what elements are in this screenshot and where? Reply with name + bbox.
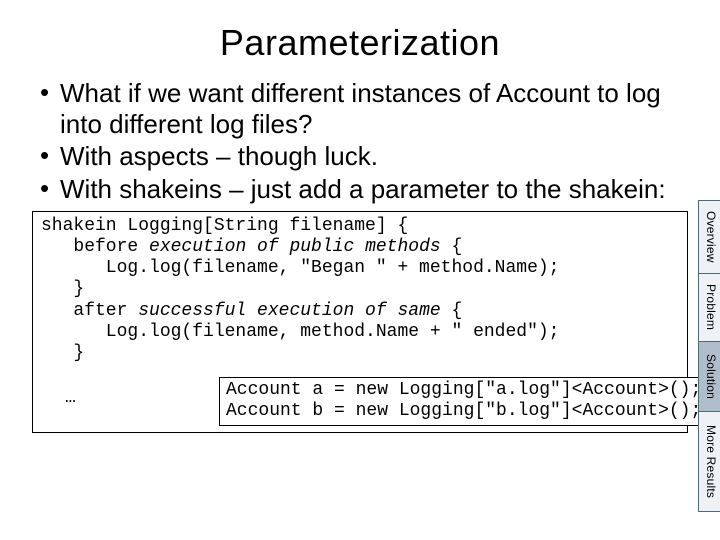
bullet-item: What if we want different instances of A… [38,78,682,139]
code-line: { [441,237,463,257]
code-line: before [41,237,149,257]
code-ellipsis: … [65,388,76,409]
code-line: { [441,301,463,321]
code-line: shakein Logging[String filename] { [41,216,408,236]
code-line: Log.log(filename, method.Name + " ended"… [41,322,559,342]
code-box-shakein: shakein Logging[String filename] { befor… [32,211,688,433]
code-italic: successful execution of same [138,301,440,321]
code-line: } [41,279,84,299]
bullet-item: With shakeins – just add a parameter to … [38,174,682,205]
tab-more-results[interactable]: More Results [698,412,720,512]
code-line: } [41,343,84,363]
code-line: Account a = new Logging["a.log"]<Account… [226,380,701,400]
tab-solution[interactable]: Solution [698,342,720,412]
code-box-usage: Account a = new Logging["a.log"]<Account… [219,377,708,425]
slide-title: Parameterization [32,22,688,64]
slide: Parameterization What if we want differe… [0,0,720,540]
bullet-item: With aspects – though luck. [38,141,682,172]
code-line: Log.log(filename, "Began " + method.Name… [41,258,559,278]
bullet-list: What if we want different instances of A… [38,78,682,205]
tab-problem[interactable]: Problem [698,274,720,342]
tab-overview[interactable]: Overview [698,200,720,274]
sidebar-tabs: Overview Problem Solution More Results [698,200,720,512]
code-italic: execution of public methods [149,237,441,257]
code-line: after [41,301,138,321]
code-line: Account b = new Logging["b.log"]<Account… [226,401,701,421]
